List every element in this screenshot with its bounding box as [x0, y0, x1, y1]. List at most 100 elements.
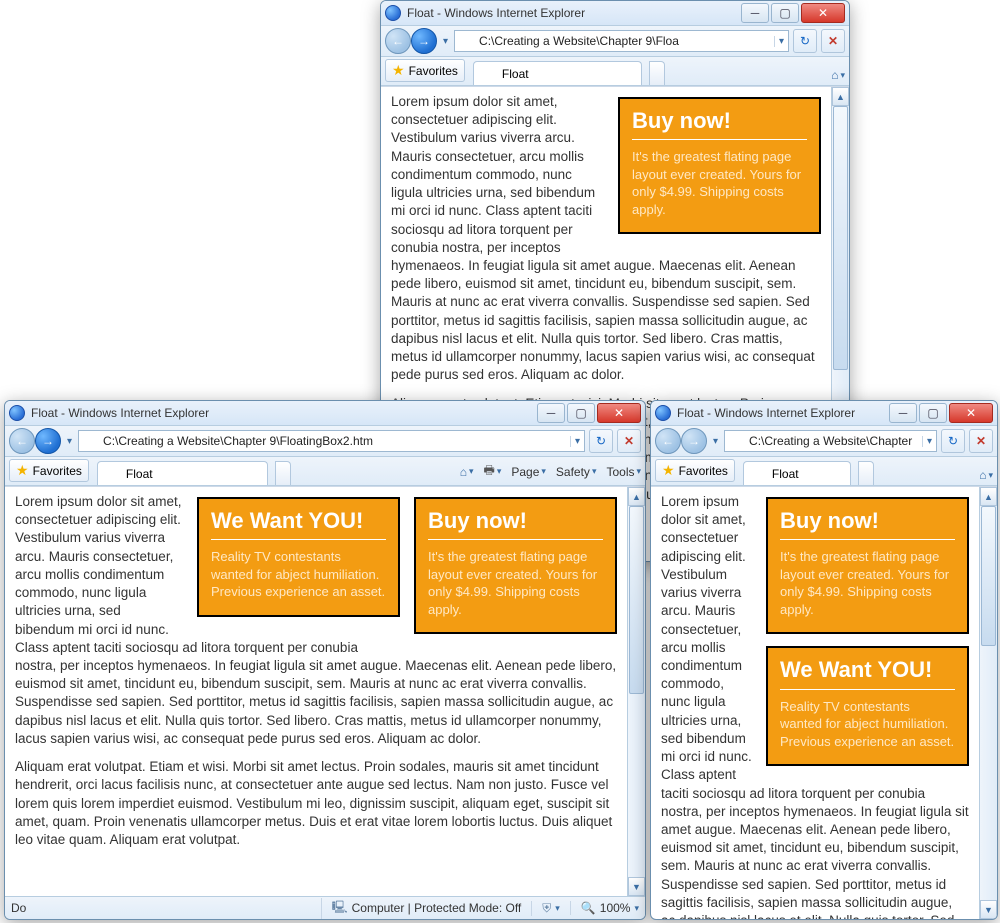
print-icon: 🖶	[483, 461, 494, 482]
page-menu[interactable]: Page▾	[511, 465, 546, 479]
tab-toolbar: ★ Favorites Float ⌂▾	[381, 57, 849, 86]
chevron-down-icon: ▾	[541, 466, 546, 477]
float-box-title: We Want YOU!	[211, 509, 386, 540]
scroll-up-button[interactable]: ▲	[980, 487, 997, 506]
tab-icon	[752, 467, 766, 481]
address-input[interactable]	[101, 433, 566, 449]
address-bar[interactable]: ▾	[78, 430, 585, 452]
ie-window-left: Float - Windows Internet Explorer ─ ▢ ✕ …	[4, 400, 646, 920]
address-dropdown-icon[interactable]: ▾	[570, 436, 580, 447]
stop-button[interactable]: ✕	[969, 429, 993, 453]
site-icon	[83, 434, 97, 448]
home-menu[interactable]: ⌂▾	[460, 465, 474, 479]
float-box-body: It's the greatest flating page layout ev…	[428, 548, 603, 618]
float-box-body: It's the greatest flating page layout ev…	[780, 548, 955, 618]
scroll-down-button[interactable]: ▼	[628, 877, 645, 896]
browser-tab[interactable]: Float	[97, 461, 268, 485]
history-dropdown-icon[interactable]: ▾	[441, 36, 450, 47]
minimize-button[interactable]: ─	[741, 3, 769, 23]
scroll-thumb[interactable]	[629, 506, 644, 694]
address-input[interactable]	[477, 33, 770, 49]
page-content: Buy now! It's the greatest flating page …	[5, 487, 627, 896]
safety-menu[interactable]: Safety▾	[556, 465, 597, 479]
favorites-label: Favorites	[679, 464, 728, 478]
stop-button[interactable]: ✕	[617, 429, 641, 453]
star-icon: ★	[16, 462, 29, 479]
chevron-down-icon: ▾	[988, 470, 993, 481]
scroll-down-button[interactable]: ▼	[980, 900, 997, 919]
back-button[interactable]: ←	[9, 428, 35, 454]
tab-toolbar: ★ Favorites Float ⌂▾ 🖶▾ Page▾ Safety▾ To…	[5, 457, 645, 486]
forward-button[interactable]: →	[681, 428, 707, 454]
scroll-track[interactable]	[628, 506, 645, 877]
status-bar: Do 🖳 Computer | Protected Mode: Off ⛨ ▾ …	[5, 896, 645, 919]
star-icon: ★	[392, 62, 405, 79]
new-tab-button[interactable]	[275, 461, 291, 485]
history-dropdown-icon[interactable]: ▾	[711, 436, 720, 447]
tab-icon	[106, 467, 120, 481]
browser-tab[interactable]: Float	[743, 461, 851, 485]
address-bar[interactable]: ▾	[454, 30, 789, 52]
forward-button[interactable]: →	[35, 428, 61, 454]
float-box-body: Reality TV contestants wanted for abject…	[780, 698, 955, 751]
home-menu[interactable]: ⌂▾	[831, 68, 845, 82]
back-button[interactable]: ←	[655, 428, 681, 454]
tools-menu[interactable]: Tools▾	[606, 465, 641, 479]
maximize-button[interactable]: ▢	[567, 403, 595, 423]
titlebar[interactable]: Float - Windows Internet Explorer ─ ▢ ✕	[651, 401, 997, 426]
refresh-icon: ↻	[800, 34, 810, 48]
chevron-down-icon: ▾	[497, 466, 502, 477]
print-menu[interactable]: 🖶▾	[483, 461, 501, 482]
favorites-button[interactable]: ★ Favorites	[385, 59, 465, 82]
address-input[interactable]	[747, 433, 918, 449]
minimize-button[interactable]: ─	[537, 403, 565, 423]
stop-icon: ✕	[624, 434, 634, 448]
zoom-level: 100%	[600, 901, 631, 915]
refresh-button[interactable]: ↻	[589, 429, 613, 453]
window-title: Float - Windows Internet Explorer	[677, 406, 889, 420]
stop-icon: ✕	[976, 434, 986, 448]
ie-icon	[9, 405, 25, 421]
history-dropdown-icon[interactable]: ▾	[65, 436, 74, 447]
stop-button[interactable]: ✕	[821, 29, 845, 53]
titlebar[interactable]: Float - Windows Internet Explorer ─ ▢ ✕	[381, 1, 849, 26]
favorites-button[interactable]: ★ Favorites	[655, 459, 735, 482]
close-button[interactable]: ✕	[801, 3, 845, 23]
chevron-down-icon: ▾	[636, 466, 641, 477]
float-box-buy: Buy now! It's the greatest flating page …	[414, 497, 617, 634]
scroll-thumb[interactable]	[833, 106, 848, 370]
maximize-button[interactable]: ▢	[919, 403, 947, 423]
minimize-button[interactable]: ─	[889, 403, 917, 423]
scroll-track[interactable]	[980, 506, 997, 900]
favorites-button[interactable]: ★ Favorites	[9, 459, 89, 482]
zoom-control[interactable]: 🔍 100% ▾	[570, 901, 639, 915]
home-icon: ⌂	[460, 465, 467, 479]
forward-button[interactable]: →	[411, 28, 437, 54]
float-box-title: Buy now!	[632, 109, 807, 140]
scroll-up-button[interactable]: ▲	[832, 87, 849, 106]
new-tab-button[interactable]	[858, 461, 874, 485]
window-title: Float - Windows Internet Explorer	[31, 406, 537, 420]
scroll-up-button[interactable]: ▲	[628, 487, 645, 506]
address-bar[interactable]: ▾	[724, 430, 937, 452]
titlebar[interactable]: Float - Windows Internet Explorer ─ ▢ ✕	[5, 401, 645, 426]
address-dropdown-icon[interactable]: ▾	[922, 436, 932, 447]
vertical-scrollbar[interactable]: ▲ ▼	[979, 487, 997, 919]
back-button[interactable]: ←	[385, 28, 411, 54]
close-button[interactable]: ✕	[949, 403, 993, 423]
home-icon: ⌂	[831, 68, 838, 82]
maximize-button[interactable]: ▢	[771, 3, 799, 23]
close-button[interactable]: ✕	[597, 403, 641, 423]
window-title: Float - Windows Internet Explorer	[407, 6, 741, 20]
new-tab-button[interactable]	[649, 61, 665, 85]
refresh-button[interactable]: ↻	[941, 429, 965, 453]
scroll-thumb[interactable]	[981, 506, 996, 646]
refresh-button[interactable]: ↻	[793, 29, 817, 53]
address-dropdown-icon[interactable]: ▾	[774, 36, 784, 47]
site-icon	[729, 434, 743, 448]
vertical-scrollbar[interactable]: ▲ ▼	[627, 487, 645, 896]
paragraph: Aliquam erat volutpat. Etiam et wisi. Mo…	[15, 758, 617, 849]
nav-toolbar: ← → ▾ ▾ ↻ ✕	[651, 426, 997, 457]
browser-tab[interactable]: Float	[473, 61, 642, 85]
home-menu[interactable]: ⌂▾	[979, 468, 993, 482]
